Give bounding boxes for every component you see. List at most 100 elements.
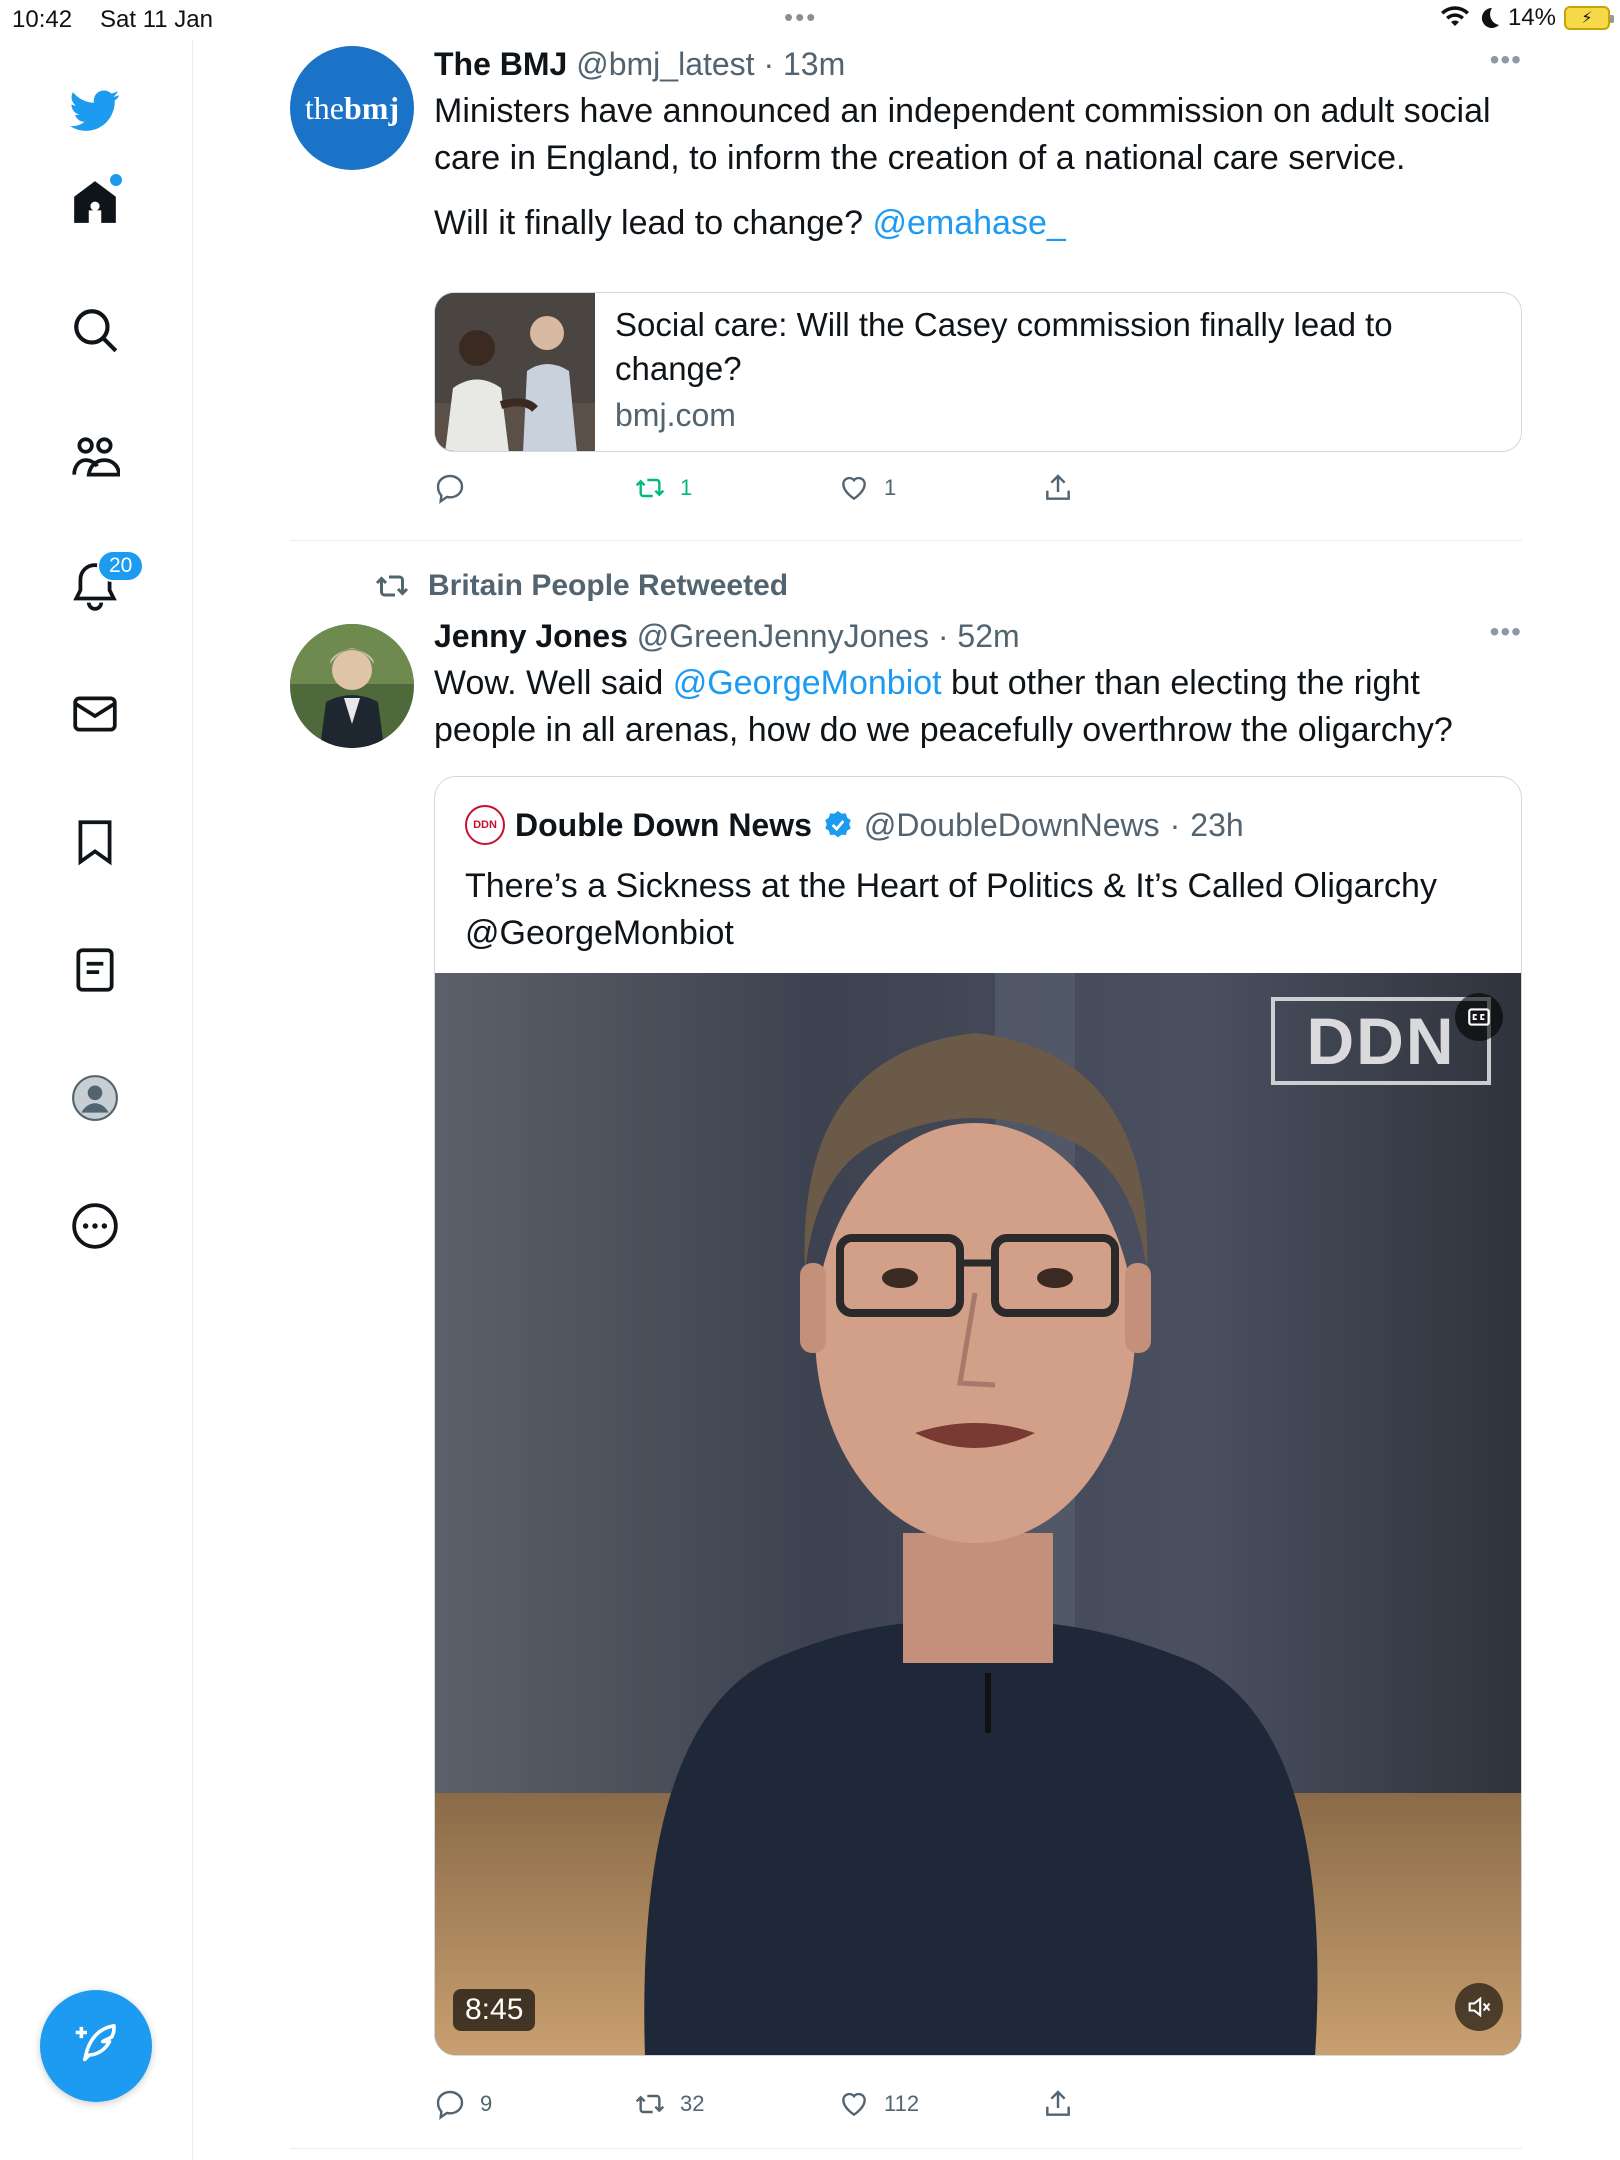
quoted-tweet-time[interactable]: 23h	[1190, 805, 1243, 845]
tweet-time[interactable]: 13m	[783, 46, 845, 82]
sidebar-item-search[interactable]	[55, 290, 135, 370]
tweet-text: Ministers have announced an independent …	[434, 92, 1491, 177]
search-icon	[74, 309, 118, 353]
retweet-button[interactable]: 32	[634, 2088, 838, 2120]
bmj-avatar-bmj: bmj	[343, 89, 400, 126]
compose-feather-icon	[75, 2023, 116, 2062]
author-name[interactable]: The BMJ	[434, 46, 567, 82]
retweeted-by-text[interactable]: Britain People Retweeted	[428, 569, 788, 603]
separator-dot: ·	[1169, 807, 1181, 843]
compose-tweet-button[interactable]	[40, 1990, 152, 2102]
tweet-bmj[interactable]: the bmj The BMJ @bmj_latest · 13m ••• Min…	[290, 44, 1522, 524]
mention-link[interactable]: @GeorgeMonbiot	[673, 664, 942, 702]
share-icon	[1046, 474, 1070, 500]
mention-link[interactable]: @emahase_	[872, 204, 1065, 242]
wifi-icon	[1440, 6, 1469, 26]
sidebar-item-messages[interactable]	[55, 674, 135, 754]
like-button[interactable]: 1	[838, 472, 1042, 504]
sidebar-item-home[interactable]	[55, 162, 135, 242]
tweet-actions: 1 1	[434, 472, 1074, 504]
author-handle[interactable]: @GreenJennyJones	[637, 618, 929, 654]
messages-envelope-icon	[73, 696, 117, 732]
tweet-more-button[interactable]: •••	[1490, 616, 1522, 648]
reply-count: 9	[480, 2091, 493, 2116]
like-count: 112	[884, 2091, 920, 2116]
reply-button[interactable]	[434, 472, 634, 504]
heart-icon	[842, 2092, 866, 2117]
share-button[interactable]	[1042, 472, 1074, 504]
quoted-author-handle[interactable]: @DoubleDownNews	[864, 805, 1160, 845]
author-handle[interactable]: @bmj_latest	[576, 46, 754, 82]
share-button[interactable]	[1042, 2088, 1074, 2120]
tweet-text-question: Will it finally lead to change?	[434, 204, 864, 242]
retweet-count: 1	[680, 475, 693, 500]
sidebar-item-notifications[interactable]: 20	[55, 546, 145, 626]
verified-badge-icon	[825, 811, 851, 838]
captions-button[interactable]	[1455, 993, 1503, 1041]
reply-icon	[436, 474, 464, 504]
tweet-header: Jenny Jones @GreenJennyJones · 52m	[434, 616, 1522, 656]
communities-icon	[72, 437, 120, 477]
sidebar-item-communities[interactable]	[55, 418, 135, 498]
retweet-icon	[635, 478, 665, 498]
tweet-jenny-jones[interactable]: Britain People Retweeted Jenny Jones @Gr…	[290, 568, 1522, 2148]
link-card[interactable]: Social care: Will the Casey commission f…	[434, 292, 1522, 452]
status-date: Sat 11 Jan	[100, 6, 213, 33]
multitasking-dots[interactable]: •••	[784, 2, 817, 33]
tweet-header: The BMJ @bmj_latest · 13m	[434, 44, 1522, 84]
author-name[interactable]: Jenny Jones	[434, 618, 628, 654]
sidebar-item-lists[interactable]	[55, 930, 135, 1010]
separator-dot: ·	[937, 618, 949, 654]
ddn-avatar-text: DDN	[473, 819, 497, 831]
home-unread-dot	[110, 174, 122, 186]
reply-icon	[436, 2090, 464, 2120]
jenny-jones-avatar[interactable]	[290, 624, 414, 748]
volume-muted-icon	[1468, 1996, 1491, 2018]
bookmark-icon	[78, 820, 112, 866]
captions-icon	[1468, 1008, 1490, 1026]
ddn-avatar[interactable]: DDN	[465, 805, 505, 845]
status-bar: 10:42 Sat 11 Jan ••• 14% ⚡	[0, 0, 1620, 40]
video-duration: 8:45	[453, 1989, 536, 2031]
quoted-author-name[interactable]: Double Down News	[515, 805, 812, 845]
status-time: 10:42	[12, 6, 73, 33]
link-card-title: Social care: Will the Casey commission f…	[615, 306, 1393, 387]
retweet-button[interactable]: 1	[634, 472, 838, 504]
separator-dot: ·	[763, 46, 775, 82]
quoted-tweet-header: DDN Double Down News @DoubleDownNews · 2…	[465, 805, 1244, 845]
quoted-tweet[interactable]: DDN Double Down News @DoubleDownNews · 2…	[434, 776, 1522, 2056]
quoted-tweet-text: There’s a Sickness at the Heart of Polit…	[465, 867, 1437, 952]
video-frame	[435, 973, 1521, 2055]
sidebar-item-more[interactable]	[55, 1186, 135, 1266]
reply-button[interactable]: 9	[434, 2088, 634, 2120]
retweet-small-icon	[375, 575, 409, 597]
share-icon	[1046, 2090, 1070, 2116]
video-player[interactable]: DDN 8:45	[435, 973, 1521, 2055]
like-button[interactable]: 112	[838, 2088, 1042, 2120]
tweet-time[interactable]: 52m	[957, 618, 1019, 654]
bmj-avatar[interactable]: the bmj	[290, 46, 414, 170]
retweeted-by-label: Britain People Retweeted	[374, 568, 788, 604]
battery-charging-icon: ⚡	[1564, 6, 1614, 30]
retweet-icon	[635, 2094, 665, 2114]
profile-icon	[72, 1075, 118, 1121]
tweet-divider	[290, 2148, 1522, 2149]
like-count: 1	[884, 475, 897, 500]
mute-button[interactable]	[1455, 1983, 1503, 2031]
tweet-more-button[interactable]: •••	[1490, 44, 1522, 76]
battery-percent: 14%	[1507, 4, 1556, 31]
heart-icon	[842, 476, 866, 501]
sidebar-nav: 20	[0, 40, 193, 2160]
status-right: 14% ⚡	[1440, 4, 1614, 32]
sidebar-item-profile[interactable]	[55, 1058, 135, 1138]
tweet-text-pre: Wow. Well said	[434, 664, 673, 702]
tweet-divider	[290, 540, 1522, 541]
retweet-count: 32	[680, 2091, 705, 2116]
twitter-bird-icon[interactable]	[55, 70, 135, 150]
bmj-avatar-the: the	[304, 89, 344, 126]
lists-icon	[76, 948, 114, 992]
tweet-text: Wow. Well said @GeorgeMonbiot but other …	[434, 660, 1522, 754]
moon-icon	[1481, 7, 1499, 28]
tweet-actions: 9 32 112	[434, 2088, 1074, 2120]
sidebar-item-bookmarks[interactable]	[55, 802, 135, 882]
